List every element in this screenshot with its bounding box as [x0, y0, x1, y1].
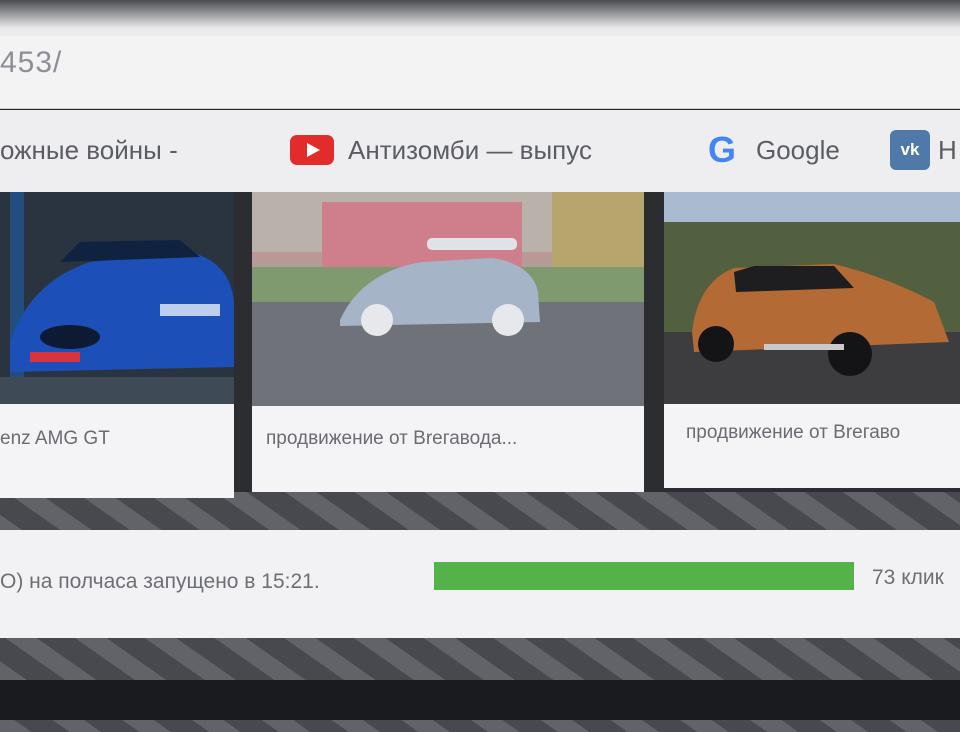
- bookmark-item-antizombie[interactable]: Антизомби — выпус: [290, 132, 592, 168]
- progress-bar: [434, 562, 854, 590]
- copper-suv-illustration: [664, 192, 960, 404]
- clicks-count: 73 клик: [872, 566, 944, 589]
- bookmark-label: ожные войны -: [0, 134, 178, 165]
- vk-icon: vk: [890, 130, 930, 170]
- promotion-status-bar: О) на полчаса запущено в 15:21. 73 клик: [0, 530, 960, 638]
- silver-car-illustration: [252, 192, 644, 406]
- car-photo-amg: [0, 192, 234, 404]
- card-caption: продвижение от Brегаво: [686, 422, 901, 443]
- car-card-volvo[interactable]: продвижение от Brегаво: [664, 192, 960, 488]
- card-caption: enz AMG GT: [0, 428, 110, 449]
- address-bar[interactable]: 453/: [0, 36, 960, 109]
- bookmark-item-google[interactable]: G Google: [704, 132, 840, 168]
- bookmark-label: Антизомби — выпус: [348, 134, 592, 165]
- progress-fill: [434, 562, 854, 590]
- car-photo-hatchback: [252, 192, 644, 406]
- car-card-amg[interactable]: enz AMG GT: [0, 192, 234, 498]
- bookmark-label: Google: [756, 134, 840, 165]
- youtube-icon: [290, 135, 334, 165]
- screen-bezel: [0, 680, 960, 720]
- car-card-hatchback[interactable]: продвижение от Brегавода...: [252, 192, 644, 492]
- card-caption: продвижение от Brегавода...: [266, 428, 518, 449]
- bookmark-label: Н: [938, 134, 957, 165]
- bookmark-item-wars[interactable]: ожные войны -: [0, 132, 178, 168]
- page-content: enz AMG GT продвижение от Brегавода... п…: [0, 192, 960, 732]
- bookmark-item-vk[interactable]: vk Н: [890, 130, 957, 170]
- status-text: О) на полчаса запущено в 15:21.: [0, 570, 320, 593]
- blue-car-illustration: [0, 192, 234, 404]
- bookmarks-bar: ожные войны - Антизомби — выпус G Google…: [0, 110, 960, 192]
- window-titlebar: [0, 0, 960, 40]
- url-text[interactable]: 453/: [0, 46, 62, 80]
- google-icon: G: [707, 129, 736, 170]
- car-photo-volvo: [664, 192, 960, 404]
